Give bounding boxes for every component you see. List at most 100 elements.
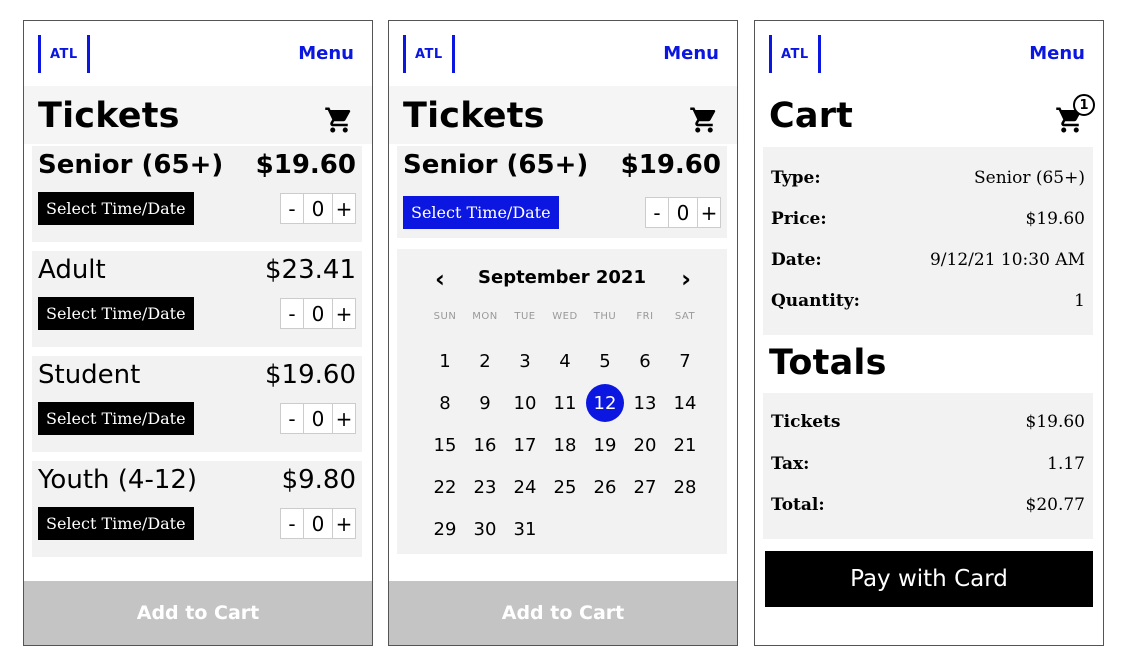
quantity-value: 0	[303, 194, 333, 223]
quantity-stepper: - 0 +	[280, 193, 356, 224]
atl-logo[interactable]: ATL	[38, 35, 90, 73]
calendar-day[interactable]: 13	[625, 382, 665, 424]
calendar-day[interactable]: 7	[665, 340, 705, 382]
add-to-cart-button[interactable]: Add to Cart	[24, 581, 372, 645]
select-time-date-button[interactable]: Select Time/Date	[38, 402, 194, 435]
calendar-day[interactable]: 2	[465, 340, 505, 382]
atl-logo[interactable]: ATL	[403, 35, 455, 73]
quantity-value: 0	[303, 404, 333, 433]
calendar-day[interactable]: 8	[425, 382, 465, 424]
calendar-day-label: 1	[439, 350, 451, 372]
calendar-day[interactable]: 14	[665, 382, 705, 424]
calendar-day[interactable]: 4	[545, 340, 585, 382]
pay-with-card-button[interactable]: Pay with Card	[765, 551, 1093, 607]
cart-icon[interactable]	[689, 104, 719, 136]
increment-button[interactable]: +	[333, 404, 355, 433]
calendar-day-label: 24	[513, 476, 537, 498]
calendar-day[interactable]: 23	[465, 466, 505, 508]
ticket-name: Student	[38, 360, 141, 390]
decrement-button[interactable]: -	[281, 509, 303, 538]
ticket-name: Youth (4-12)	[38, 465, 198, 495]
top-bar: ATL Menu	[389, 21, 737, 86]
calendar-day[interactable]: 18	[545, 424, 585, 466]
detail-value: Senior (65+)	[974, 168, 1085, 188]
calendar-day[interactable]: 21	[665, 424, 705, 466]
quantity-value: 0	[668, 198, 698, 227]
chevron-right-icon[interactable]: ›	[681, 265, 691, 293]
calendar-day[interactable]: 10	[505, 382, 545, 424]
calendar-day[interactable]: 26	[585, 466, 625, 508]
total-label: Tickets	[771, 412, 841, 432]
logo-text: ATL	[781, 46, 809, 62]
calendar-day	[585, 508, 625, 550]
increment-button[interactable]: +	[333, 509, 355, 538]
calendar-day-label: 19	[593, 434, 617, 456]
calendar-day[interactable]: 28	[665, 466, 705, 508]
calendar-day[interactable]: 20	[625, 424, 665, 466]
calendar-day[interactable]: 30	[465, 508, 505, 550]
calendar-day-selected[interactable]: 12	[585, 382, 625, 424]
cart-icon[interactable]: 1	[1055, 94, 1095, 136]
calendar-day-label: 2	[479, 350, 491, 372]
menu-link[interactable]: Menu	[663, 43, 719, 64]
menu-link[interactable]: Menu	[298, 43, 354, 64]
calendar-day[interactable]: 25	[545, 466, 585, 508]
calendar-day[interactable]: 27	[625, 466, 665, 508]
select-time-date-button[interactable]: Select Time/Date	[38, 297, 194, 330]
calendar-day[interactable]: 3	[505, 340, 545, 382]
totals-panel: Tickets $19.60 Tax: 1.17 Total: $20.77	[763, 393, 1093, 539]
detail-value: 1	[1074, 291, 1085, 311]
decrement-button[interactable]: -	[281, 194, 303, 223]
ticket-price: $9.80	[281, 465, 356, 495]
calendar-day[interactable]: 19	[585, 424, 625, 466]
weekday-label: SUN	[433, 311, 457, 322]
atl-logo[interactable]: ATL	[769, 35, 821, 73]
calendar-header: ‹ September 2021 ›	[397, 263, 727, 293]
calendar-day-label: 25	[553, 476, 577, 498]
weekday-label: WED	[552, 311, 578, 322]
calendar-day[interactable]: 22	[425, 466, 465, 508]
calendar-day	[625, 508, 665, 550]
detail-row-date: Date: 9/12/21 10:30 AM	[771, 245, 1085, 275]
calendar-day[interactable]: 31	[505, 508, 545, 550]
date-picker-screen: ATL Menu Tickets Senior (65+) $19.60 Sel…	[388, 20, 738, 646]
calendar-day-label: 18	[553, 434, 577, 456]
calendar-day-label: 29	[433, 518, 457, 540]
increment-button[interactable]: +	[333, 299, 355, 328]
total-value: $19.60	[1025, 412, 1085, 432]
calendar-day-label: 21	[673, 434, 697, 456]
increment-button[interactable]: +	[698, 198, 720, 227]
select-time-date-button[interactable]: Select Time/Date	[403, 196, 559, 229]
calendar-day[interactable]: 29	[425, 508, 465, 550]
cart-details-panel: Type: Senior (65+) Price: $19.60 Date: 9…	[763, 147, 1093, 335]
calendar-day[interactable]: 15	[425, 424, 465, 466]
add-to-cart-button[interactable]: Add to Cart	[389, 581, 737, 645]
calendar-day-label: 9	[479, 392, 491, 414]
calendar-day-label: 5	[599, 350, 611, 372]
calendar-day[interactable]: 1	[425, 340, 465, 382]
cart-icon[interactable]	[324, 104, 354, 136]
calendar-week: 22 23 24 25 26 27 28	[425, 466, 705, 508]
calendar-week: 8 9 10 11 12 13 14	[425, 382, 705, 424]
decrement-button[interactable]: -	[281, 404, 303, 433]
decrement-button[interactable]: -	[646, 198, 668, 227]
menu-link[interactable]: Menu	[1029, 43, 1085, 64]
calendar-day[interactable]: 11	[545, 382, 585, 424]
calendar-day[interactable]: 6	[625, 340, 665, 382]
calendar-day[interactable]: 16	[465, 424, 505, 466]
calendar-day[interactable]: 17	[505, 424, 545, 466]
ticket-student: Student $19.60 Select Time/Date - 0 +	[32, 356, 362, 452]
increment-button[interactable]: +	[333, 194, 355, 223]
select-time-date-button[interactable]: Select Time/Date	[38, 507, 194, 540]
calendar-day-label: 20	[633, 434, 657, 456]
calendar-day[interactable]: 9	[465, 382, 505, 424]
decrement-button[interactable]: -	[281, 299, 303, 328]
calendar-day-label: 11	[553, 392, 577, 414]
select-time-date-button[interactable]: Select Time/Date	[38, 192, 194, 225]
calendar-day-label: 26	[593, 476, 617, 498]
weekday-label: MON	[472, 311, 498, 322]
calendar-day[interactable]: 24	[505, 466, 545, 508]
calendar-day[interactable]: 5	[585, 340, 625, 382]
ticket-name: Adult	[38, 255, 106, 285]
ticket-senior: Senior (65+) $19.60 Select Time/Date - 0…	[32, 146, 362, 242]
